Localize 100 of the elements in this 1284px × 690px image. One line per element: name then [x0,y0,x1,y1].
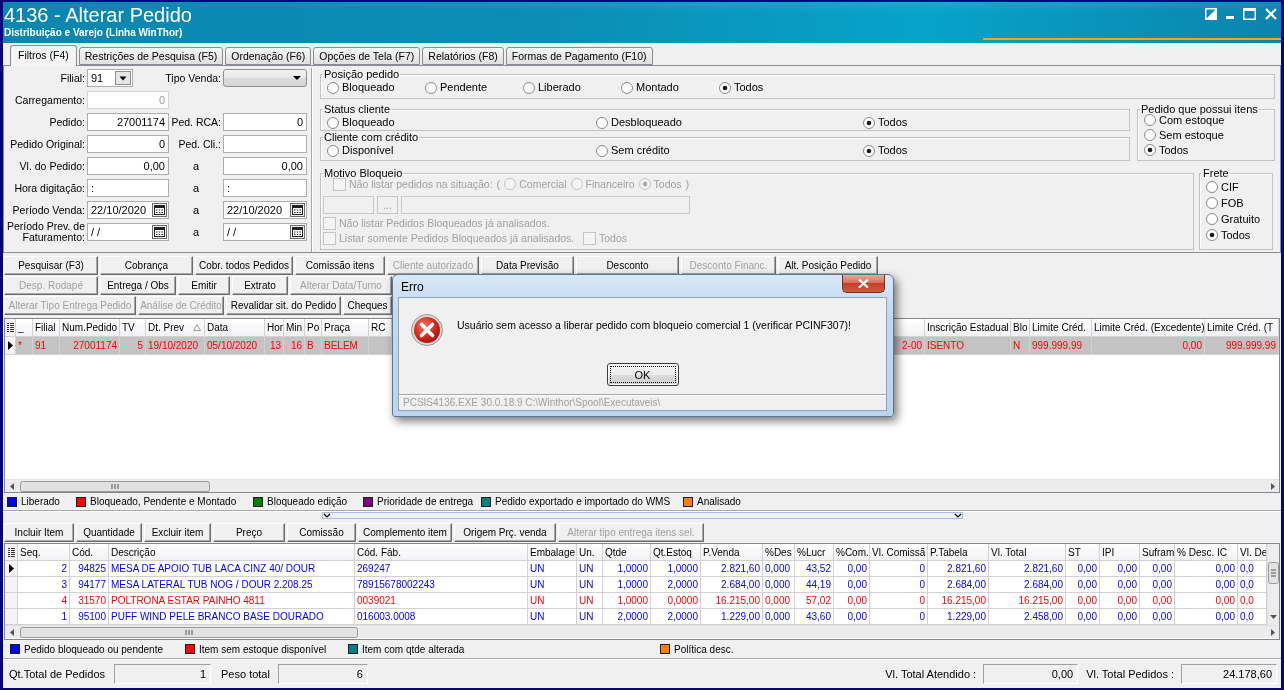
tab[interactable]: Formas de Pagamento (F10) [505,47,653,65]
scroll-left-icon[interactable] [10,482,14,490]
close-button[interactable] [842,275,885,293]
radio-label[interactable]: Liberado [538,81,581,94]
radio-button[interactable] [596,116,608,129]
action-button[interactable]: Extrato [232,276,288,295]
radio-button[interactable] [719,81,731,94]
input-field[interactable]: : [87,179,169,197]
radio-button[interactable] [863,144,875,157]
caret-down-icon[interactable] [293,76,301,80]
horizontal-scrollbar[interactable] [5,625,1279,638]
horizontal-scrollbar[interactable] [5,479,1279,492]
group-title: Status cliente [323,103,392,115]
scroll-right-icon[interactable] [1271,628,1275,636]
column-list-icon[interactable] [7,547,15,557]
radio-button[interactable] [327,81,339,94]
calendar-icon[interactable] [152,225,167,239]
radio-label[interactable]: Gratuito [1221,212,1261,226]
radio-button[interactable] [1144,129,1156,141]
row-header[interactable] [5,561,18,577]
radio-button[interactable] [425,81,437,94]
half-filled-square-icon[interactable] [1205,8,1217,20]
field-label: Período Venda: [12,204,85,216]
input-field[interactable] [223,135,307,153]
radio-label[interactable]: Todos [734,81,764,94]
action-button[interactable]: Cobr. todos Pedidos [195,256,293,275]
radio-label[interactable]: Sem estoque [1159,128,1224,142]
input-field[interactable]: 0,00 [87,157,169,175]
date-field[interactable]: 22/10/2020 [223,201,307,219]
action-button[interactable]: Revalidar sit. do Pedido [226,296,341,315]
input-field[interactable]: 0 [87,135,169,153]
input-field[interactable]: : [223,179,307,197]
action-button[interactable]: Cobrança [100,256,193,275]
ok-button[interactable]: OK [606,363,679,386]
radio-label[interactable]: Sem crédito [611,144,670,157]
action-button[interactable]: Quantidade [76,523,142,542]
radio-label[interactable]: Todos [878,116,908,129]
action-button[interactable]: Comissão [287,523,356,542]
radio-button[interactable] [1206,181,1218,193]
radio-label[interactable]: Bloqueado [342,116,395,129]
radio-label[interactable]: Bloqueado [342,81,395,94]
action-button[interactable]: Emitir [178,276,230,295]
radio-label[interactable]: Pendente [440,81,488,94]
input-field[interactable]: 0,00 [223,157,307,175]
scroll-right-icon[interactable] [1271,482,1275,490]
action-button[interactable]: Origem Prç. venda [454,523,556,542]
radio-label[interactable]: Todos [1221,228,1251,242]
tab[interactable]: Ordenação (F6) [225,47,312,65]
sort-arrow-icon[interactable] [193,324,201,331]
calendar-icon[interactable] [152,203,167,217]
maximize-icon[interactable] [1243,8,1256,20]
radio-button[interactable] [327,116,339,129]
radio-button[interactable] [863,116,875,129]
radio-button[interactable] [621,81,633,94]
splitter-handle[interactable] [322,512,963,520]
calendar-icon[interactable] [290,225,305,239]
action-button[interactable]: Preço [213,523,285,542]
calendar-icon[interactable] [290,203,305,217]
radio-label[interactable]: Montado [636,81,679,94]
scroll-left-icon[interactable] [10,628,14,636]
radio-label[interactable]: CIF [1221,180,1239,194]
tab[interactable]: Opções de Tela (F7) [313,47,421,65]
action-button[interactable]: Comissão itens [295,256,385,275]
close-icon[interactable] [1265,8,1277,20]
radio-label[interactable]: FOB [1221,196,1244,210]
radio-button[interactable] [1144,114,1156,126]
radio-button[interactable] [523,81,535,94]
radio-label[interactable]: Todos [878,144,908,157]
action-button[interactable]: Excluir item [144,523,211,542]
scrollbar-thumb[interactable] [1268,562,1279,584]
action-button[interactable]: Pesquisar (F3) [4,256,98,275]
date-field[interactable]: 22/10/2020 [87,201,169,219]
radio-button[interactable] [1144,144,1156,156]
scroll-down-icon[interactable] [1270,615,1277,619]
scrollbar-thumb[interactable] [20,480,210,492]
caret-down-icon[interactable] [115,71,131,85]
action-button[interactable]: Complemento item [358,523,452,542]
column-list-icon[interactable] [6,323,14,332]
radio-button[interactable] [1206,229,1218,241]
dropdown[interactable]: 91 [87,69,133,87]
date-field[interactable]: / / [87,223,169,241]
radio-label[interactable]: Desbloqueado [611,116,682,129]
radio-button[interactable] [1206,213,1218,225]
radio-button[interactable] [596,144,608,157]
input-field[interactable]: 0 [223,113,307,131]
action-button[interactable]: Cheques [343,296,392,315]
action-button[interactable]: Incluir Item [4,523,74,542]
vertical-scrollbar[interactable] [1267,544,1279,625]
scrollbar-thumb[interactable] [20,626,358,638]
tab[interactable]: Relatórios (F8) [422,47,504,65]
tab[interactable]: Restrições de Pesquisa (F5) [78,47,224,65]
radio-button[interactable] [1206,197,1218,209]
field-label: Tipo Venda: [165,72,221,84]
tab[interactable]: Filtros (F4) [10,45,77,66]
action-button[interactable]: Entrega / Obs [100,276,176,295]
radio-label[interactable]: Disponível [342,144,394,157]
radio-button[interactable] [327,144,339,157]
radio-label[interactable]: Todos [1159,143,1189,157]
date-field[interactable]: / / [223,223,307,241]
input-field[interactable]: 27001174 [87,113,169,131]
